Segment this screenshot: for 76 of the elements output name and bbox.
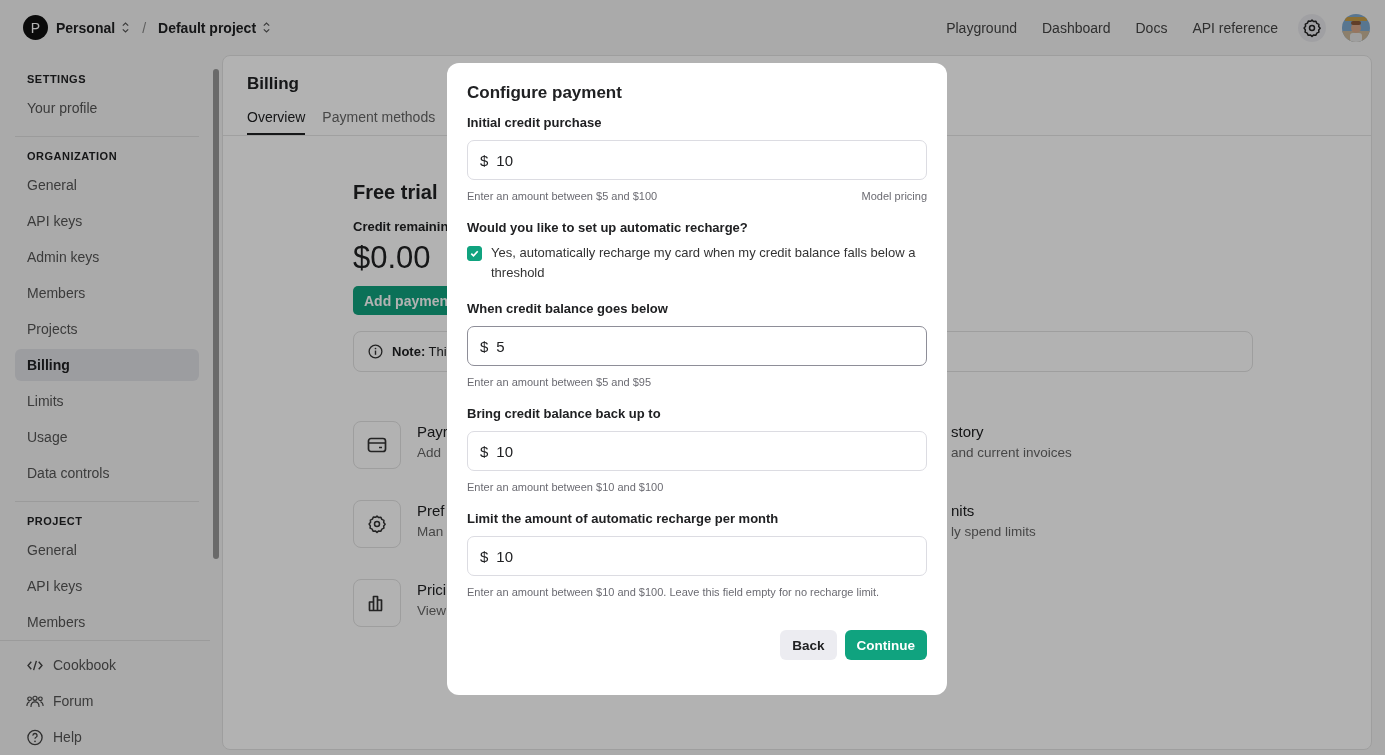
org-avatar[interactable]: P: [23, 15, 48, 40]
card-description: Man: [417, 524, 445, 539]
amount-field[interactable]: $ 10: [467, 431, 927, 471]
sidebar-item[interactable]: Projects: [15, 313, 199, 349]
credit-card-icon: [367, 437, 387, 453]
nav-link[interactable]: API reference: [1192, 19, 1278, 36]
section-heading: SETTINGS: [26, 72, 87, 87]
settings-card-link[interactable]: Prici View: [353, 579, 448, 627]
model-pricing-link[interactable]: Model pricing: [861, 190, 927, 202]
field-hint: Enter an amount between $10 and $100. Leave this field empty for no recharge limit.: [467, 586, 880, 598]
sidebar-link[interactable]: Forum: [26, 683, 195, 719]
nav-link[interactable]: Dashboard: [1042, 19, 1111, 36]
continue-button[interactable]: Continue: [844, 630, 927, 660]
field-hint: Enter an amount between $10 and $100: [467, 481, 664, 493]
sidebar-item[interactable]: API keys: [15, 205, 199, 241]
card-description: ly spend limits: [951, 524, 1036, 539]
credit-label: Credit remainin: [353, 219, 449, 234]
card-title: story: [951, 423, 985, 440]
page-title: Billing: [247, 74, 299, 94]
card-description: and current invoices: [951, 445, 1072, 460]
amount-field[interactable]: $ 10: [467, 140, 927, 180]
question-label: Would you like to set up automatic recharge?: [467, 220, 749, 235]
sidebar-link[interactable]: Cookbook: [26, 647, 195, 683]
code-icon: [26, 658, 44, 672]
card-description: View: [417, 603, 447, 618]
sidebar-link[interactable]: Help: [26, 719, 195, 755]
info-icon: [368, 344, 383, 359]
credit-amount: $0.00: [353, 240, 431, 276]
nav-link[interactable]: Docs: [1135, 19, 1168, 36]
checkbox[interactable]: [467, 246, 482, 261]
people-icon: [26, 694, 44, 708]
sidebar-item[interactable]: Members: [15, 606, 199, 640]
field-label: Bring credit balance back up to: [467, 406, 662, 421]
note-text: Note: Thi: [392, 344, 447, 359]
settings-card-link[interactable]: Pref Man: [353, 500, 448, 548]
sidebar-item[interactable]: API keys: [15, 570, 199, 606]
plan-title: Free trial: [353, 181, 438, 204]
nav-link[interactable]: Playground: [946, 19, 1017, 36]
sidebar-item[interactable]: Admin keys: [15, 241, 199, 277]
sidebar-item[interactable]: Your profile: [15, 92, 199, 128]
checkbox-label: Yes, automatically recharge my card when my credit balance falls below a threshold: [491, 244, 917, 282]
section-heading: PROJECT: [26, 514, 84, 529]
sidebar-item[interactable]: Data controls: [15, 457, 199, 493]
card-title: Payr: [417, 423, 448, 440]
sidebar-item[interactable]: General: [15, 534, 199, 570]
field-hint: Enter an amount between $5 and $95: [467, 376, 652, 388]
settings-card-link[interactable]: Payr Add: [353, 421, 448, 469]
field-label: Limit the amount of automatic recharge per month: [467, 511, 780, 526]
field-label: Initial credit purchase: [467, 115, 603, 130]
sidebar-item[interactable]: Usage: [15, 421, 199, 457]
dialog-title: Configure payment: [467, 83, 623, 103]
gear-icon: [367, 514, 387, 534]
field-label: When credit balance goes below: [467, 301, 669, 316]
amount-field[interactable]: $ 10: [467, 536, 927, 576]
project-switcher[interactable]: Default project: [158, 19, 272, 36]
card-title: Prici: [417, 581, 447, 598]
field-hint: Enter an amount between $5 and $100: [467, 190, 658, 202]
help-icon: [26, 728, 44, 746]
settings-button[interactable]: [1298, 13, 1326, 42]
section-heading: ORGANIZATION: [26, 149, 119, 164]
sidebar-item[interactable]: Members: [15, 277, 199, 313]
sidebar-item[interactable]: Limits: [15, 385, 199, 421]
card-description: Add: [417, 445, 443, 460]
card-title: Pref: [417, 502, 445, 519]
card-title: nits: [951, 502, 976, 519]
chevron-updown-icon: [262, 21, 272, 34]
chevron-updown-icon: [121, 21, 131, 34]
sidebar-item[interactable]: General: [15, 169, 199, 205]
check-icon: [469, 248, 480, 259]
org-switcher[interactable]: Personal: [56, 19, 131, 36]
back-button[interactable]: Back: [780, 630, 837, 660]
sidebar-item[interactable]: Billing: [15, 349, 199, 381]
breadcrumb-separator: /: [142, 19, 147, 36]
tab[interactable]: Payment methods: [322, 109, 436, 135]
amount-field[interactable]: $ 5: [467, 326, 927, 366]
tab[interactable]: Overview: [247, 109, 306, 135]
